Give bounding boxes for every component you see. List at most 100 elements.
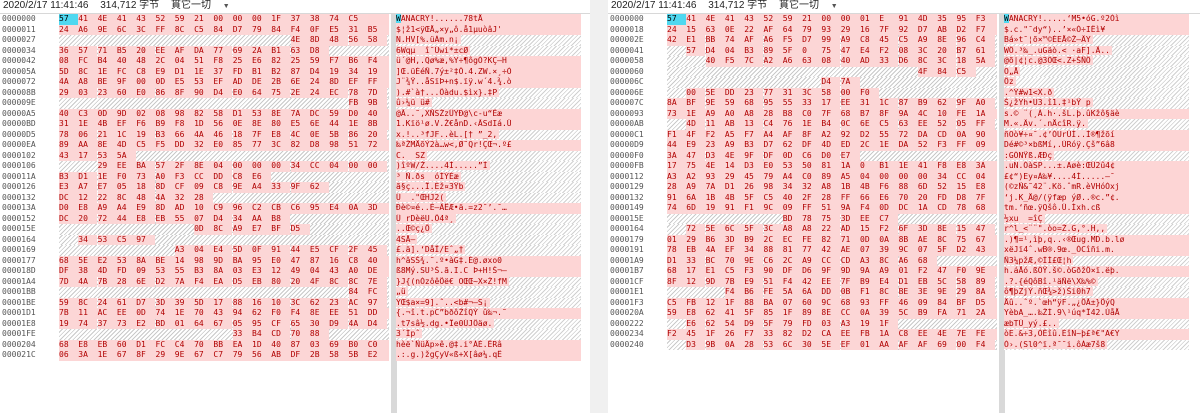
hex-row[interactable]: 00001CF 8F 12 9D 7B E9 51 F4 42 EE 7F B9 E4 D1 EB 5C 58 8… xyxy=(608,276,1200,287)
hex-row[interactable]: 0000011 24 A6 9E 6C 3C FF 8C C5 84 D7 79 84 F4 0F E5 31 B… xyxy=(0,24,590,35)
hex-row[interactable]: 00000AB 4D 11 AB 13 C4 76 1E B4 0C 6E C5 63 EE 52 05 FF M… xyxy=(608,119,1200,130)
hex-row[interactable]: 0000191 78 EB 4A EF 34 88 81 77 42 AE 07 39 9C 07 5F D2 4… xyxy=(608,245,1200,256)
hex-row[interactable]: 00000D5 78 06 21 1C 19 B3 66 4A 46 18 7F E8 4C 0E 5B 86 2… xyxy=(0,129,590,140)
hex-bytes[interactable]: 4D 11 AB 13 C4 76 1E B4 0C 6E C5 63 EE 52 05 FF xyxy=(667,119,997,130)
hex-bytes[interactable]: 72 5E 6C 5F 3C A8 A8 22 AD 15 F2 6F 3D 8E 15 47 xyxy=(667,224,997,235)
hex-bytes[interactable]: 4A A8 BE 9F 00 0D E5 53 EF AD DE 2B 6E 24 8D EF FF xyxy=(59,77,389,88)
hex-row[interactable]: 0000042 08 FC B4 40 48 2C 04 51 F8 25 E6 82 25 59 F7 B6 F… xyxy=(0,56,590,67)
hex-bytes[interactable]: F4 B6 FE 5A 6A DD 0B F1 8C BE 3E 9E 29 8A xyxy=(667,287,997,298)
hex-row[interactable]: 000007C 8A BF 9E 59 68 95 55 33 17 EE 31 1C 87 B9 62 9F A… xyxy=(608,98,1200,109)
hex-row[interactable]: 000008B 29 03 23 60 E0 86 8F 90 D4 E0 64 75 2E 24 EC 78 7… xyxy=(0,87,590,98)
hex-bytes[interactable]: 28 A9 7A D1 26 98 34 32 A8 1B 4B F6 88 6D 52 15 E8 xyxy=(667,182,997,193)
chevron-down-icon[interactable]: ▼ xyxy=(223,3,230,10)
ascii-text[interactable]: Dé#©³×bßMí,.ÚRóÿ.Çš”6â8 xyxy=(1004,140,1189,151)
ascii-text[interactable]: û›¼ü ü# xyxy=(396,98,581,109)
ascii-text[interactable]: tm.‘ñœ.ÿQšô.Ü.Íxh.cß xyxy=(1004,203,1189,214)
hex-bytes[interactable]: 89 AA 8E 4D C5 F5 DD 32 E0 85 77 3C 82 D8 98 51 72 xyxy=(59,140,389,151)
hex-row[interactable]: 00000BD 31 1E 4B EF F6 B9 F8 1D 56 0E 8E 80 E5 6E 44 1E 8… xyxy=(0,119,590,130)
hex-row[interactable]: 000009E FB 9B û›¼ü ü# xyxy=(0,98,590,109)
ascii-text[interactable]: YèbA_….‰ŽÌ.9\¹úq*Ï42.ÙåÅ xyxy=(1004,308,1189,319)
ascii-text[interactable]: Ñ3¼pžÆ,©ÌÍ£Œ¦h xyxy=(1004,255,1189,266)
ascii-text[interactable]: C. SZ xyxy=(396,150,581,161)
hex-bytes[interactable]: 68 E8 EB 60 D1 FC C4 70 BB EA 1D 40 87 03 69 B0 C0 xyxy=(59,339,389,350)
hex-row[interactable]: 0000132 91 6A 1B 4B 5F C5 40 2F 28 FF 66 E6 70 20 FD D8 7… xyxy=(608,192,1200,203)
hex-row[interactable]: 0000034 36 57 71 B5 20 EE AF DA 77 69 2A B1 63 D8 6Wqµ … xyxy=(0,45,590,56)
ascii-text[interactable]: WANACRY!......78tÅ xyxy=(396,14,581,25)
ascii-text[interactable]: $.c."¯dy“)..’×«Ò÷IÊì¥ xyxy=(1004,24,1189,35)
hex-row[interactable]: 00001D1 7B 11 AC EE 0D 74 1E 70 43 94 62 F0 F4 8E EE 51 D… xyxy=(0,308,590,319)
hex-row[interactable]: 000005A 5D 8C 1E FC C8 E9 D1 1E 37 FD B1 B2 87 D4 19 34 1… xyxy=(0,66,590,77)
ascii-text[interactable]: xëJï4ˆ.wB®.9œ._ÒC­îñi.m. xyxy=(1004,245,1189,256)
hex-row[interactable]: 000015E 0D 8C A9 E7 BF D5 ..Œ©ç¿Õ xyxy=(0,224,590,235)
ascii-text[interactable]: )îºW/Ž....4Ì.....”Ì xyxy=(396,161,581,172)
ascii-text[interactable]: .)¶=¹,ìþ‚q..‹®Œug.MD.b.lø xyxy=(1004,234,1189,245)
hex-bytes[interactable]: 78 EB 4A EF 34 88 81 77 42 AE 07 39 9C 07 5F D2 43 xyxy=(667,245,997,256)
hex-bytes[interactable]: 42 E1 BB 74 AF A6 F5 D7 99 A9 C8 45 C5 A9 8E 96 C4 xyxy=(667,35,997,46)
hex-row[interactable]: 0000204 68 E8 EB 60 D1 FC C4 70 BB EA 1D 40 87 03 69 B0 C… xyxy=(0,339,590,350)
hex-bytes[interactable]: 5D 8C 1E FC C8 E9 D1 1E 37 FD B1 B2 87 D4 19 34 19 xyxy=(59,66,389,77)
ascii-text[interactable]: ³ Ñ.ðs óÌÝÈæ xyxy=(396,171,581,182)
hex-row[interactable]: 000006C D4 7A Ôz xyxy=(608,77,1200,88)
hex-bytes[interactable]: B3 D1 1E F0 73 A0 F3 CC DD C8 E6 xyxy=(59,171,389,182)
hex-bytes[interactable]: 7D 4A 7B 28 6E D2 7A F4 EA D5 EB 80 20 4F 8C 8C 7E xyxy=(59,276,389,287)
ascii-text[interactable]: ]Œ.üÈéÑ.7ý±²‡Ô.4.ZW.×¸÷Ò xyxy=(396,66,581,77)
ascii-text[interactable]: h^âSŠ¾.˜.º•àG‡.È@.øxo0 xyxy=(396,255,581,266)
hex-bytes[interactable]: 4E 8D 48 56 58 xyxy=(59,35,389,46)
hex-bytes[interactable]: D0 E8 A9 A4 E9 8D AD 10 C9 96 C2 CB C6 95 E4 0A 3D xyxy=(59,203,389,214)
ascii-text[interactable]: Ü ."ŒHJ2( xyxy=(396,192,581,203)
hex-row[interactable]: 0000164 72 5E 6C 5F 3C A8 A8 22 AD 15 F2 6F 3D 8E 15 47 r… xyxy=(608,224,1200,235)
hex-bytes[interactable]: 57 41 4E 41 43 52 59 21 00 00 01 E 91 4D 35 95 F3 xyxy=(667,14,997,25)
hex-bytes[interactable]: 01 29 B6 3D B9 2C EC FE 82 71 0D 0A 8B AE 8C 75 67 xyxy=(667,234,997,245)
hex-bytes[interactable]: 24 15 63 0E 22 AF 64 79 93 29 16 7F 92 D7 AB D2 F7 xyxy=(667,24,997,35)
ascii-text[interactable]: h.áÅó.ßÖŸ.š©.òGðžÔ×ï.ëþ. xyxy=(1004,266,1189,277)
ascii-text[interactable]: .?.{éQôBî.¹äÑë\X‰%© xyxy=(1004,276,1189,287)
ascii-text[interactable]: ü´@H,.Qø%æ‚%Y÷¶ôgÓ?KÇ—H xyxy=(396,56,581,67)
hex-row[interactable]: 000020A 59 E8 62 41 5F 85 1F 89 8E CC 0A 39 5C B9 FA 71 2… xyxy=(608,308,1200,319)
hex-bytes[interactable]: 68 5E E2 53 8A BE 14 98 9D BA 95 E0 47 87 16 C8 40 xyxy=(59,255,389,266)
hex-bytes[interactable]: 59 E8 62 41 5F 85 1F 89 8E CC 0A 39 5C B9 FA 71 2A xyxy=(667,308,997,319)
left-hex-panel[interactable]: 2020/2/17 11:41:46 314,712 字节 貫它一切 ▼ 000… xyxy=(0,0,590,413)
ascii-text[interactable]: Ðè©¤é.­.É–ÂËÆ•ä.=z2¯’.¯… xyxy=(396,203,581,214)
hex-row[interactable]: 00001E8 19 74 37 73 E2 BD 01 64 67 05 95 CF 65 30 D9 4A D… xyxy=(0,318,590,329)
ascii-text[interactable]: WÔ.³‰_.uGäò.< ·aF].Ã.. xyxy=(1004,45,1189,56)
hex-row[interactable]: 0000058 40 F5 7C A2 A6 63 08 40 AD 33 D6 8C 3C 18 5A @õ|… xyxy=(608,56,1200,67)
hex-bytes[interactable]: 4F 84 C5 xyxy=(667,66,997,77)
ascii-text[interactable]: Ôz xyxy=(1004,77,1189,88)
hex-bytes[interactable]: 57 41 4E 41 43 52 59 21 00 00 00 1F 37 38 74 C5 xyxy=(59,14,389,25)
hex-bytes[interactable]: 3A 47 D3 4E 9F DF 0D C6 D0 E7 xyxy=(667,150,997,161)
hex-row[interactable]: 0000041 57 D4 04 B3 89 5F 0 75 47 E4 F2 08 3C 20 B7 61 WÔ… xyxy=(608,45,1200,56)
hex-bytes[interactable]: 17 75 4E 14 D3 E0 53 50 81 1A 0 B1 1E 41 F8 E8 3A xyxy=(667,161,997,172)
ascii-text[interactable]: r^l_<¨¨"­.òo=Ž.G‚°.H,, xyxy=(1004,224,1189,235)
ascii-text[interactable]: M.«.Äv.´.nÅcîR.ÿ. xyxy=(1004,119,1189,130)
ascii-text[interactable]: x.!..³fJF..èL.[† ”_2, xyxy=(396,129,581,140)
hex-bytes[interactable]: E6 62 54 D9 5F 79 FD 03 A3 19 1F xyxy=(667,318,997,329)
hex-row[interactable]: 0000234 F2 45 1F 26 F7 33 82 D2 CA EE FB 1A C8 EE 4E 7E F… xyxy=(608,329,1200,340)
hex-row[interactable]: 00001E1 F4 B6 FE 5A 6A DD 0B F1 8C BE 3E 9E 29 8A ô¶þZj… xyxy=(608,287,1200,298)
ascii-text[interactable]: 6Wqµ î¯Úwi*±cØ xyxy=(396,45,581,56)
ascii-text[interactable]: £.ä].‘DåÏ/Eˆ„† xyxy=(396,245,581,256)
hex-row[interactable]: 0000152 DC 20 72 44 E8 EB 55 07 D4 34 AA B8 Ü rDèëU.Ô… xyxy=(0,213,590,224)
hex-bytes[interactable]: BD 78 75 3D EE C7 xyxy=(667,213,997,224)
ascii-text[interactable]: ß8Mý.SU³Š.ã.I.C Þ+H!Š¬— xyxy=(396,266,581,277)
hex-bytes[interactable]: 68 17 E1 C5 F3 90 DF D6 9F 9D 9A A9 01 F2 47 F0 9E xyxy=(667,266,997,277)
hex-bytes[interactable]: 7B 11 AC EE 0D 74 1E 70 43 94 62 F0 F4 8E EE 51 DD xyxy=(59,308,389,319)
hex-row[interactable]: 00000F0 3A 47 D3 4E 9F DF 0D C6 D0 E7:GÓNŸß.ÆÐç xyxy=(608,150,1200,161)
panel-splitter[interactable] xyxy=(590,0,608,413)
hex-bytes[interactable]: DF 38 4D FD 09 53 55 B3 8A 03 E3 12 49 04 43 A0 DE xyxy=(59,266,389,277)
hex-row[interactable]: 0000129 28 A9 7A D1 26 98 34 32 A8 1B 4B F6 88 6D 52 15 E… xyxy=(608,182,1200,193)
hex-row[interactable]: 00000A5 40 C3 0D 9D 02 08 98 82 58 D1 53 8E 7A DC 59 D0 4… xyxy=(0,108,590,119)
ascii-text[interactable]: ô¶þZjÝ.ñŒ¾>ž)Ši0h7 xyxy=(1004,287,1189,298)
hex-bytes[interactable]: 8F 12 9D 7B E9 51 F4 42 EE 7F B9 E4 D1 EB 5C 58 89 xyxy=(667,276,997,287)
ascii-text[interactable]: WANACRY!.....‘M5•óG.º2Òì xyxy=(1004,14,1189,25)
ascii-text[interactable]: ).#`à†...Ôàdu.$ìx}.‡P xyxy=(396,87,581,98)
hex-bytes[interactable]: 31 1E 4B EF F6 B9 F8 1D 56 0E 8E 80 E5 6E 44 1E 8B xyxy=(59,119,389,130)
ascii-text[interactable]: ã§ç...Ï.Èž¤3Ÿb xyxy=(396,182,581,193)
ascii-text[interactable]: (©zÑ&˜42¨.Kö.ˆmR.èVHóÒxj xyxy=(1004,182,1189,193)
ascii-text[interactable]: ..Œ©ç¿Õ xyxy=(396,224,581,235)
hex-row[interactable]: 00000FB 17 75 4E 14 D3 E0 53 50 81 1A 0 B1 1E 41 F8 E8 3A… xyxy=(608,161,1200,172)
hex-row[interactable]: 00001A9 D1 33 BC 70 9E C6 2C A9 CC CD A3 8C A6 68 Ñ3¼pž… xyxy=(608,255,1200,266)
hex-row[interactable]: 0000126 E3 A7 E7 05 18 8D CF 09 C8 9E A4 33 9F 62 ã§ç..… xyxy=(0,182,590,193)
hex-row[interactable]: 00001A4 7D 4A 7B 28 6E D2 7A F4 EA D5 EB 80 20 4F 8C 8C 7… xyxy=(0,276,590,287)
hex-row[interactable]: 000011A B3 D1 1E F0 73 A0 F3 CC DD C8 E6 ³ Ñ.ðs óÌÝÈ… xyxy=(0,171,590,182)
hex-row[interactable]: 0000018 24 15 63 0E 22 AF 64 79 93 29 16 7F 92 D7 AB D2 F… xyxy=(608,24,1200,35)
